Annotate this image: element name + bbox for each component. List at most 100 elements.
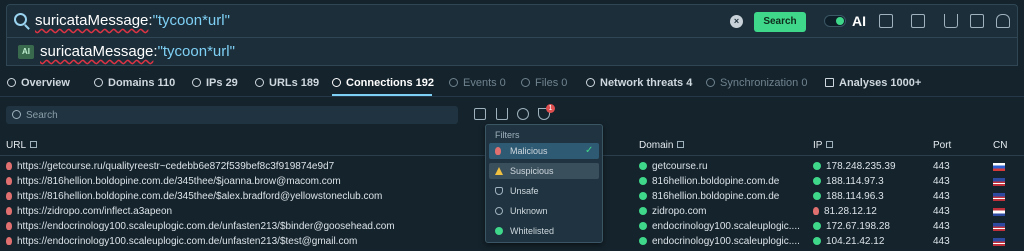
port-cell: 443 (933, 176, 950, 187)
filter-whitelisted[interactable]: Whitelisted (489, 223, 599, 239)
events-icon (449, 78, 458, 87)
tab-connections[interactable]: Connections 192 (332, 77, 434, 89)
calendar-icon[interactable] (911, 14, 925, 28)
tab-urls[interactable]: URLs 189 (255, 77, 319, 89)
column-domain[interactable]: Domain (639, 140, 685, 151)
tab-ips[interactable]: IPs 29 (192, 77, 238, 89)
shield-icon (495, 187, 503, 195)
check-icon: ✓ (585, 145, 594, 156)
column-port[interactable]: Port (933, 140, 951, 151)
ip-cell[interactable]: 81.28.12.12 (813, 206, 877, 217)
ai-label: AI (852, 13, 866, 29)
copy-icon[interactable] (30, 141, 38, 148)
domain-cell[interactable]: getcourse.ru (639, 161, 708, 172)
search-icon (14, 13, 27, 26)
search-bar[interactable]: suricataMessage:"tycoon*url" × Search AI (6, 4, 1018, 38)
url-cell[interactable]: https://endocrinology100.scaleuplogic.co… (6, 221, 395, 232)
url-cell[interactable]: https://816hellion.boldopine.com.de/345t… (6, 191, 382, 202)
link-icon (255, 78, 264, 87)
gear-icon[interactable] (517, 108, 529, 120)
url-cell[interactable]: https://getcourse.ru/qualityreestr~cedeb… (6, 161, 334, 172)
tab-files[interactable]: Files 0 (521, 77, 567, 89)
tab-domains[interactable]: Domains 110 (94, 77, 175, 89)
flame-icon (6, 222, 12, 230)
ip-cell[interactable]: 172.67.198.28 (813, 221, 890, 232)
url-cell[interactable]: https://endocrinology100.scaleuplogic.co… (6, 236, 357, 247)
check-circle-icon (639, 162, 647, 170)
search-icon (12, 110, 21, 119)
check-circle-icon (639, 222, 647, 230)
ip-cell[interactable]: 178.248.235.39 (813, 161, 896, 172)
ip-cell[interactable]: 104.21.42.12 (813, 236, 884, 247)
download-icon[interactable] (496, 108, 508, 120)
ip-cell[interactable]: 188.114.96.3 (813, 191, 884, 202)
domain-cell[interactable]: 816hellion.boldopine.com.de (639, 176, 779, 187)
tab-synchronization[interactable]: Synchronization 0 (706, 77, 807, 89)
check-circle-icon (639, 207, 647, 215)
suggestion-query[interactable]: suricataMessage:"tycoon*url" (40, 43, 235, 60)
table-search-input[interactable] (26, 107, 446, 123)
file-icon (521, 78, 530, 87)
domain-cell[interactable]: 816hellion.boldopine.com.de (639, 191, 779, 202)
search-query[interactable]: suricataMessage:"tycoon*url" (35, 12, 230, 29)
document-icon[interactable] (879, 14, 893, 28)
calendar-icon (825, 78, 834, 87)
column-ip[interactable]: IP (813, 140, 834, 151)
flame-icon (6, 237, 12, 245)
country-flag-icon (993, 178, 1005, 186)
port-cell: 443 (933, 221, 950, 232)
search-suggestion[interactable]: AI suricataMessage:"tycoon*url" (6, 38, 1018, 66)
check-circle-icon (639, 237, 647, 245)
domain-cell[interactable]: endocrinology100.scaleuplogic.... (639, 236, 800, 247)
check-circle-icon (495, 227, 503, 235)
flame-icon (495, 147, 501, 155)
flame-icon (6, 162, 12, 170)
port-cell: 443 (933, 236, 950, 247)
tab-bar: Overview Domains 110 IPs 29 URLs 189 Con… (0, 73, 1024, 97)
ai-badge: AI (18, 45, 34, 59)
flame-icon (6, 207, 12, 215)
check-circle-icon (813, 162, 821, 170)
filter-unsafe[interactable]: Unsafe (489, 183, 599, 199)
upload-icon[interactable] (970, 14, 984, 28)
domain-cell[interactable]: endocrinology100.scaleuplogic.... (639, 221, 800, 232)
port-cell: 443 (933, 206, 950, 217)
filter-malicious[interactable]: Malicious ✓ (489, 143, 599, 159)
search-button[interactable]: Search (754, 12, 806, 32)
copy-icon[interactable] (474, 108, 486, 120)
column-cn[interactable]: CN (993, 140, 1007, 151)
connections-icon (332, 78, 341, 87)
filter-suspicious[interactable]: Suspicious (489, 163, 599, 179)
country-flag-icon (993, 223, 1005, 231)
clear-icon[interactable]: × (730, 15, 743, 28)
table-search[interactable] (6, 106, 458, 124)
ai-toggle[interactable] (824, 15, 846, 27)
filters-dropdown: Filters Malicious ✓ Suspicious Unsafe Un… (485, 124, 603, 243)
copy-icon[interactable] (826, 141, 834, 148)
filter-unknown[interactable]: Unknown (489, 203, 599, 219)
tab-analyses[interactable]: Analyses 1000+ (825, 77, 921, 89)
ip-cell[interactable]: 188.114.97.3 (813, 176, 884, 187)
info-icon (7, 78, 16, 87)
domain-cell[interactable]: zidropo.com (639, 206, 706, 217)
download-icon[interactable] (944, 14, 958, 28)
tab-network-threats[interactable]: Network threats 4 (586, 77, 692, 89)
flame-icon (6, 192, 12, 200)
check-circle-icon (813, 237, 821, 245)
filters-title: Filters (495, 130, 520, 140)
copy-icon[interactable] (677, 141, 685, 148)
active-tab-indicator (332, 94, 432, 96)
location-icon (192, 78, 201, 87)
column-url[interactable]: URL (6, 140, 38, 151)
bell-icon[interactable] (996, 14, 1010, 28)
flame-icon (6, 177, 12, 185)
port-cell: 443 (933, 161, 950, 172)
url-cell[interactable]: https://816hellion.boldopine.com.de/345t… (6, 176, 341, 187)
country-flag-icon (993, 238, 1005, 246)
country-flag-icon (993, 163, 1005, 171)
tab-overview[interactable]: Overview (7, 77, 70, 89)
port-cell: 443 (933, 191, 950, 202)
url-cell[interactable]: https://zidropo.com/inflect.a3apeon (6, 206, 172, 217)
tab-events[interactable]: Events 0 (449, 77, 506, 89)
warning-icon (495, 167, 503, 175)
